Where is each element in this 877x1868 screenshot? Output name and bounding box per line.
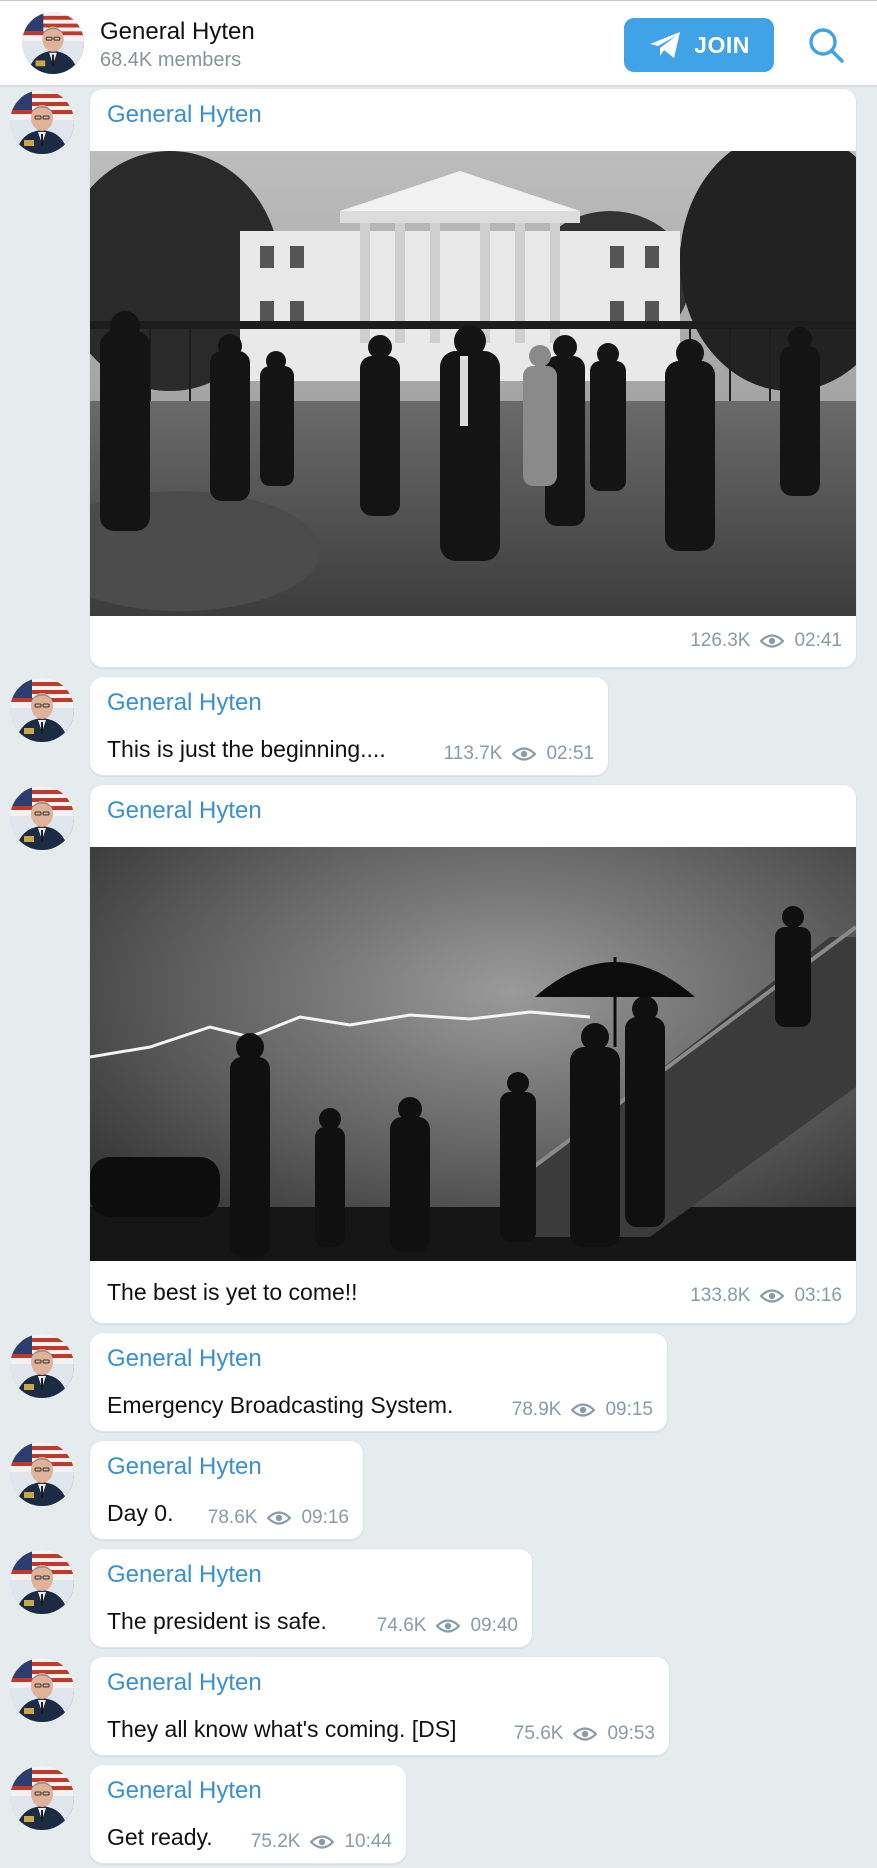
message-time: 09:16: [301, 1507, 349, 1528]
sender-name[interactable]: General Hyten: [107, 1777, 262, 1805]
message-photo[interactable]: [90, 847, 856, 1261]
eye-icon: [571, 1402, 595, 1418]
message-text: Day 0.: [107, 1500, 174, 1526]
message-bubble[interactable]: General Hyten Get ready. 75.2K 10:44: [89, 1764, 407, 1864]
view-count: 126.3K: [690, 630, 751, 651]
message-meta: 78.6K 09:16: [208, 1507, 349, 1529]
sender-name[interactable]: General Hyten: [107, 101, 262, 129]
sender-avatar[interactable]: [10, 786, 74, 850]
message-time: 10:44: [344, 1831, 392, 1852]
sender-avatar[interactable]: [10, 1766, 74, 1830]
message-meta: 75.2K 10:44: [251, 1831, 392, 1853]
channel-avatar[interactable]: [22, 12, 84, 74]
message-bubble[interactable]: General Hyten This is just the beginning…: [89, 676, 609, 776]
message-photo[interactable]: [90, 151, 856, 616]
sender-name[interactable]: General Hyten: [107, 689, 262, 717]
join-button[interactable]: JOIN: [624, 18, 774, 72]
message-meta: 74.6K 09:40: [377, 1615, 518, 1637]
sender-name[interactable]: General Hyten: [107, 797, 262, 825]
sender-avatar[interactable]: [10, 1442, 74, 1506]
channel-header: General Hyten 68.4K members JOIN: [0, 0, 877, 87]
eye-icon: [512, 746, 536, 762]
sender-avatar[interactable]: [10, 678, 74, 742]
view-count: 75.6K: [513, 1723, 564, 1744]
sender-name[interactable]: General Hyten: [107, 1561, 262, 1589]
join-button-label: JOIN: [694, 31, 750, 58]
search-button[interactable]: [806, 25, 846, 65]
message-text: They all know what's coming. [DS]: [107, 1716, 457, 1742]
message-meta: 133.8K 03:16: [690, 1285, 842, 1307]
telegram-plane-icon: [650, 32, 681, 58]
message-bubble[interactable]: General Hyten: [89, 88, 857, 668]
message-meta: 126.3K 02:41: [690, 630, 842, 652]
search-icon: [809, 28, 844, 63]
sender-avatar[interactable]: [10, 1658, 74, 1722]
sender-name[interactable]: General Hyten: [107, 1669, 262, 1697]
view-count: 78.9K: [511, 1399, 562, 1420]
message-bubble[interactable]: General Hyten Day 0. 78.6K 09:16: [89, 1440, 364, 1540]
eye-icon: [760, 633, 784, 649]
eye-icon: [310, 1834, 334, 1850]
sender-avatar[interactable]: [10, 90, 74, 154]
message-bubble[interactable]: General Hyten Emergency Broadcasting Sys…: [89, 1332, 668, 1432]
message-time: 09:53: [607, 1723, 655, 1744]
message-text: Emergency Broadcasting System.: [107, 1392, 454, 1418]
message-text: The president is safe.: [107, 1608, 327, 1634]
message-text: The best is yet to come!!: [107, 1279, 358, 1305]
message-time: 02:51: [546, 743, 594, 764]
message-bubble[interactable]: General Hyten: [89, 784, 857, 1324]
message-time: 09:15: [605, 1399, 653, 1420]
sender-name[interactable]: General Hyten: [107, 1453, 262, 1481]
sender-avatar[interactable]: [10, 1334, 74, 1398]
message-text: Get ready.: [107, 1824, 213, 1850]
channel-title[interactable]: General Hyten: [100, 18, 255, 46]
message-bubble[interactable]: General Hyten They all know what's comin…: [89, 1656, 670, 1756]
sender-name[interactable]: General Hyten: [107, 1345, 262, 1373]
view-count: 133.8K: [690, 1285, 751, 1306]
view-count: 78.6K: [207, 1507, 258, 1528]
view-count: 75.2K: [250, 1831, 301, 1852]
message-meta: 75.6K 09:53: [514, 1723, 655, 1745]
message-time: 03:16: [794, 1285, 842, 1306]
eye-icon: [573, 1726, 597, 1742]
view-count: 113.7K: [443, 743, 503, 764]
view-count: 74.6K: [376, 1615, 427, 1636]
message-meta: 113.7K 02:51: [444, 743, 594, 765]
message-bubble[interactable]: General Hyten The president is safe. 74.…: [89, 1548, 533, 1648]
eye-icon: [436, 1618, 460, 1634]
sender-avatar[interactable]: [10, 1550, 74, 1614]
message-time: 09:40: [470, 1615, 518, 1636]
message-time: 02:41: [794, 630, 842, 651]
channel-member-count: 68.4K members: [100, 49, 242, 71]
eye-icon: [267, 1510, 291, 1526]
message-text: This is just the beginning....: [107, 736, 386, 762]
message-meta: 78.9K 09:15: [512, 1399, 653, 1421]
eye-icon: [760, 1288, 784, 1304]
